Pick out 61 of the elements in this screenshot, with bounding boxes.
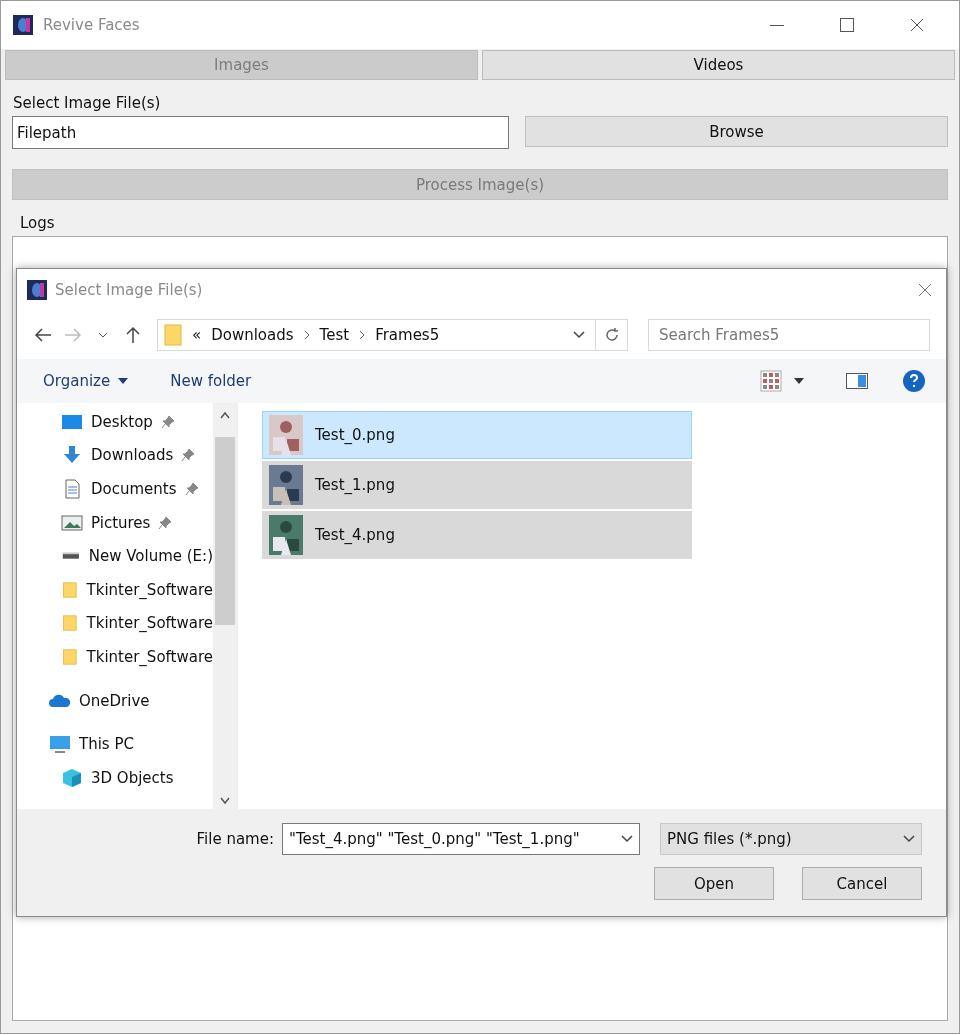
nav-item[interactable]: Tkinter_Software: [86, 580, 213, 599]
app-icon: [13, 15, 33, 35]
dropdown-icon: [621, 835, 633, 843]
file-name-label: File name:: [196, 830, 274, 848]
maximize-icon: [840, 18, 854, 32]
breadcrumb[interactable]: «: [192, 326, 202, 344]
monitor-icon: [49, 734, 71, 755]
file-item[interactable]: Test_4.png: [262, 511, 692, 559]
dropdown-icon: [573, 331, 585, 339]
nav-item[interactable]: Pictures: [91, 513, 151, 532]
dialog-title: Select Image File(s): [55, 281, 204, 299]
nav-item[interactable]: New Volume (E:): [88, 547, 213, 566]
file-name-field[interactable]: "Test_4.png" "Test_0.png" "Test_1.png": [282, 823, 640, 855]
scroll-down-icon[interactable]: [220, 797, 230, 805]
picture-icon: [61, 512, 83, 533]
folder-icon: [61, 646, 79, 667]
cube-icon: [61, 767, 83, 788]
logs-label: Logs: [19, 213, 56, 234]
dialog-button[interactable]: Cancel: [802, 867, 922, 900]
minimize-icon: [770, 24, 784, 26]
field-label: Select Image File(s): [12, 93, 162, 114]
dropdown-icon: [903, 835, 915, 843]
file-item[interactable]: Test_1.png: [262, 461, 692, 509]
address-bar[interactable]: « Downloads Test Frames5: [157, 319, 628, 351]
file-item[interactable]: Test_0.png: [262, 411, 692, 459]
dialog-button[interactable]: Open: [654, 867, 774, 900]
nav-item[interactable]: Desktop: [91, 412, 153, 431]
nav-item[interactable]: This PC: [79, 735, 134, 754]
app-icon: [27, 280, 47, 300]
view-grid-icon[interactable]: [760, 370, 782, 392]
window-title: Revive Faces: [43, 16, 141, 34]
folder-icon: [164, 324, 182, 346]
nav-item[interactable]: OneDrive: [79, 691, 150, 710]
file-type-select[interactable]: PNG files (*.png): [660, 823, 922, 855]
tab[interactable]: Videos: [482, 50, 955, 80]
search-field[interactable]: Search Frames5: [648, 319, 930, 351]
breadcrumb[interactable]: Downloads: [211, 326, 294, 344]
scroll-up-icon[interactable]: [220, 411, 230, 419]
nav-item[interactable]: Tkinter_Software: [86, 614, 213, 633]
nav-item[interactable]: Tkinter_Software: [86, 647, 213, 666]
organize-menu[interactable]: Organize: [43, 372, 129, 390]
breadcrumb[interactable]: Test: [319, 326, 350, 344]
close-icon: [910, 18, 924, 32]
close-button[interactable]: [918, 283, 932, 297]
browse-button[interactable]: Browse: [525, 116, 948, 147]
new-folder-button[interactable]: New folder: [170, 372, 252, 390]
preview-pane-icon[interactable]: [846, 373, 868, 389]
breadcrumb[interactable]: Frames5: [375, 326, 440, 344]
folder-icon: [61, 579, 79, 600]
scrollbar[interactable]: [213, 403, 237, 809]
help-icon[interactable]: [902, 369, 926, 393]
refresh-icon[interactable]: [603, 327, 620, 343]
folder-icon: [61, 613, 79, 634]
caret-icon: [98, 332, 108, 338]
caret-icon: [118, 378, 129, 384]
drive-icon: [61, 552, 81, 561]
nav-item[interactable]: 3D Objects: [91, 768, 174, 787]
nav-item[interactable]: Documents: [91, 480, 177, 498]
filepath-field[interactable]: Filepath: [12, 116, 509, 149]
nav-item[interactable]: Downloads: [91, 446, 174, 465]
caret-icon[interactable]: [794, 378, 804, 384]
